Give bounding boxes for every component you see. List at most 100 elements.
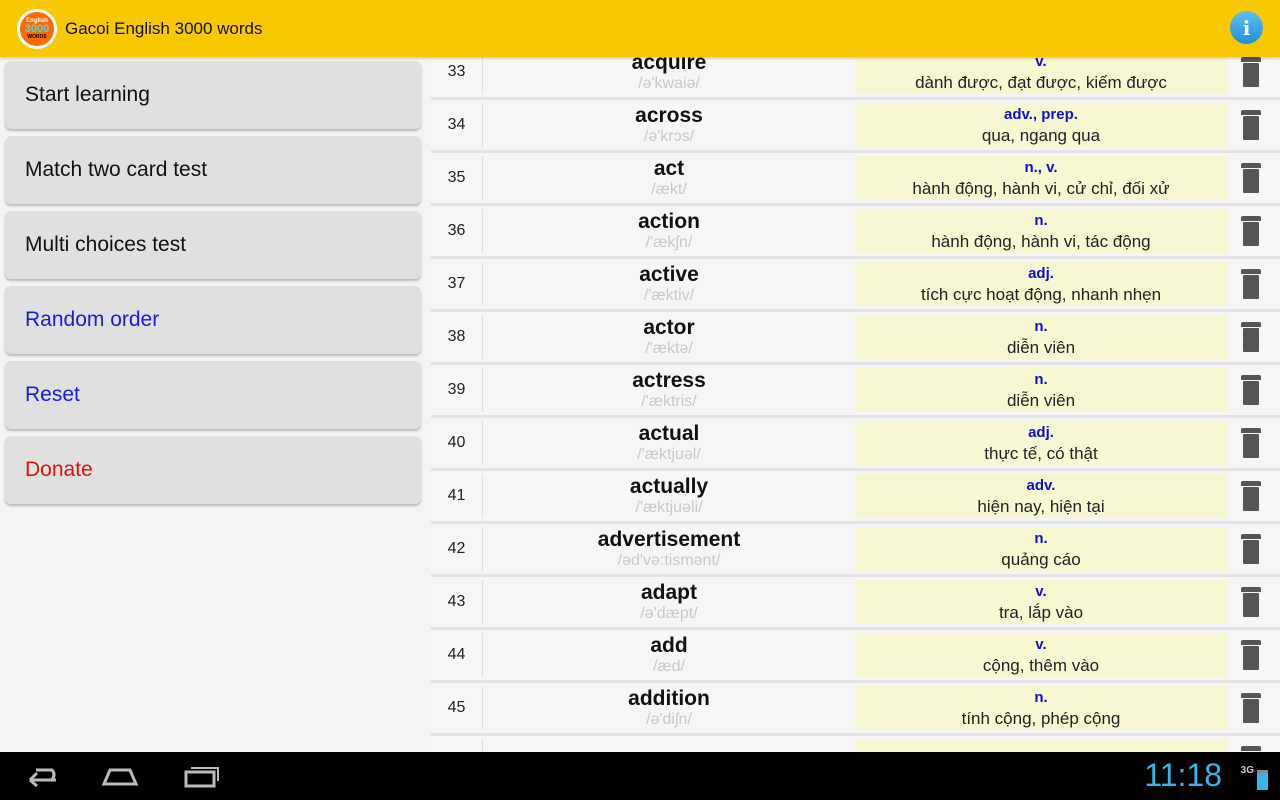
word-row[interactable]: 43 adapt/ə'dæpt/ v. tra, lắp vào xyxy=(431,577,1280,630)
word-row[interactable]: 41 actually/'æktjuəli/ adv. hiện nay, hiệ… xyxy=(431,471,1280,524)
word-number: 40 xyxy=(431,421,483,465)
menu-button-start-learning[interactable]: Start learning xyxy=(5,61,421,129)
word-row[interactable]: additional xyxy=(431,736,1280,752)
word-cell: action/'ækʃn/ xyxy=(483,209,855,253)
vietnamese-meaning: hành động, hành vi, tác động xyxy=(931,231,1151,251)
word-cell: actor/'æktə/ xyxy=(483,315,855,359)
word-row[interactable]: 45 addition/ə'diʃn/ n. tính cộng, phép cộ… xyxy=(431,683,1280,736)
trash-icon xyxy=(1241,269,1261,299)
word-cell: adapt/ə'dæpt/ xyxy=(483,580,855,624)
phonetic: /'æktiv/ xyxy=(643,286,695,304)
menu-button-random-order[interactable]: Random order xyxy=(5,286,421,354)
delete-button[interactable] xyxy=(1227,259,1275,309)
word-cell: across/ə'krɔs/ xyxy=(483,103,855,147)
signal-3g-icon: 3G xyxy=(1240,765,1254,776)
delete-button[interactable] xyxy=(1227,630,1275,680)
delete-button[interactable] xyxy=(1227,100,1275,150)
word-number: 39 xyxy=(431,368,483,412)
back-icon[interactable] xyxy=(22,764,58,788)
app-logo: English 3000 WORDS xyxy=(17,8,57,49)
delete-button[interactable] xyxy=(1227,683,1275,733)
vietnamese-meaning: dành được, đạt được, kiếm được xyxy=(915,72,1167,92)
delete-button[interactable] xyxy=(1227,736,1275,752)
english-word: add xyxy=(650,633,688,657)
english-word: actor xyxy=(643,315,695,339)
phonetic: /əd'və:tismənt/ xyxy=(617,551,721,569)
word-number: 35 xyxy=(431,156,483,200)
delete-button[interactable] xyxy=(1227,312,1275,362)
part-of-speech: v. xyxy=(1035,582,1047,600)
word-cell: actual/'æktjuəl/ xyxy=(483,421,855,465)
vietnamese-meaning: qua, ngang qua xyxy=(981,125,1101,145)
word-cell: act/ækt/ xyxy=(483,156,855,200)
phonetic: /ə'kwaiə/ xyxy=(638,74,700,92)
vietnamese-meaning: tính cộng, phép cộng xyxy=(961,708,1121,728)
vietnamese-meaning: hiện nay, hiện tại xyxy=(977,496,1105,516)
phonetic: /'æktjuəl/ xyxy=(637,445,701,463)
delete-button[interactable] xyxy=(1227,418,1275,468)
menu-button-match-two-card-test[interactable]: Match two card test xyxy=(5,136,421,204)
english-word: actual xyxy=(638,421,700,445)
word-number: 38 xyxy=(431,315,483,359)
word-cell: add/æd/ xyxy=(483,633,855,677)
delete-button[interactable] xyxy=(1227,206,1275,256)
word-cell: actress/'æktris/ xyxy=(483,368,855,412)
word-row[interactable]: 34 across/ə'krɔs/ adv., prep. qua, ngang … xyxy=(431,100,1280,153)
word-number: 36 xyxy=(431,209,483,253)
delete-button[interactable] xyxy=(1227,471,1275,521)
part-of-speech: n. xyxy=(1034,688,1048,706)
word-number: 37 xyxy=(431,262,483,306)
word-row[interactable]: 40 actual/'æktjuəl/ adj. thực tế, có thật xyxy=(431,418,1280,471)
home-icon[interactable] xyxy=(102,764,138,788)
word-row[interactable]: 36 action/'ækʃn/ n. hành động, hành vi, t… xyxy=(431,206,1280,259)
phonetic: /'æktə/ xyxy=(645,339,693,357)
meaning-cell: adv., prep. qua, ngang qua xyxy=(855,103,1227,147)
part-of-speech: n. xyxy=(1034,370,1048,388)
menu-button-donate[interactable]: Donate xyxy=(5,436,421,504)
phonetic: /ə'diʃn/ xyxy=(646,710,692,728)
app-title: Gacoi English 3000 words xyxy=(65,18,263,38)
delete-button[interactable] xyxy=(1227,524,1275,574)
part-of-speech: adj. xyxy=(1028,423,1054,441)
english-word: adapt xyxy=(640,580,697,604)
delete-button[interactable] xyxy=(1227,57,1275,97)
menu-button-reset[interactable]: Reset xyxy=(5,361,421,429)
menu-button-multi-choices-test[interactable]: Multi choices test xyxy=(5,211,421,279)
word-row[interactable]: 38 actor/'æktə/ n. diễn viên xyxy=(431,312,1280,365)
word-row[interactable]: 39 actress/'æktris/ n. diễn viên xyxy=(431,365,1280,418)
phonetic: /æd/ xyxy=(652,657,685,675)
word-row[interactable]: 35 act/ækt/ n., v. hành động, hành vi, cử… xyxy=(431,153,1280,206)
delete-button[interactable] xyxy=(1227,153,1275,203)
meaning-cell: v. tra, lắp vào xyxy=(855,580,1227,624)
english-word: act xyxy=(653,156,685,180)
word-row[interactable]: 44 add/æd/ v. cộng, thêm vào xyxy=(431,630,1280,683)
system-nav-bar: 11:18 3G xyxy=(0,752,1280,800)
vietnamese-meaning: diễn viên xyxy=(1006,337,1076,357)
side-menu: Start learning Match two card test Multi c… xyxy=(5,61,421,511)
delete-button[interactable] xyxy=(1227,365,1275,415)
meaning-cell: v. dành được, đạt được, kiếm được xyxy=(855,57,1227,94)
word-cell: acquire/ə'kwaiə/ xyxy=(483,57,855,94)
trash-icon xyxy=(1241,57,1261,87)
word-cell: addition/ə'diʃn/ xyxy=(483,686,855,730)
english-word: active xyxy=(639,262,699,286)
phonetic: /ə'krɔs/ xyxy=(643,127,695,145)
word-row[interactable]: 33 acquire/ə'kwaiə/ v. dành được, đạt đượ… xyxy=(431,57,1280,100)
word-row[interactable]: 37 active/'æktiv/ adj. tích cực hoạt động… xyxy=(431,259,1280,312)
word-list[interactable]: 33 acquire/ə'kwaiə/ v. dành được, đạt đượ… xyxy=(431,57,1280,752)
part-of-speech: adv. xyxy=(1026,476,1056,494)
delete-button[interactable] xyxy=(1227,577,1275,627)
word-cell: actually/'æktjuəli/ xyxy=(483,474,855,518)
vietnamese-meaning: tích cực hoạt động, nhanh nhẹn xyxy=(920,284,1162,304)
recent-apps-icon[interactable] xyxy=(184,764,220,788)
meaning-cell: adj. thực tế, có thật xyxy=(855,421,1227,465)
phonetic: /'ækʃn/ xyxy=(645,233,693,251)
word-row[interactable]: 42 advertisement/əd'və:tismənt/ n. quảng … xyxy=(431,524,1280,577)
vietnamese-meaning: tra, lắp vào xyxy=(998,602,1084,622)
word-number: 33 xyxy=(431,57,483,94)
info-button[interactable]: i xyxy=(1230,11,1263,44)
english-word: acquire xyxy=(631,57,707,74)
english-word: advertisement xyxy=(597,527,741,551)
meaning-cell: n. tính cộng, phép cộng xyxy=(855,686,1227,730)
trash-icon xyxy=(1241,216,1261,246)
